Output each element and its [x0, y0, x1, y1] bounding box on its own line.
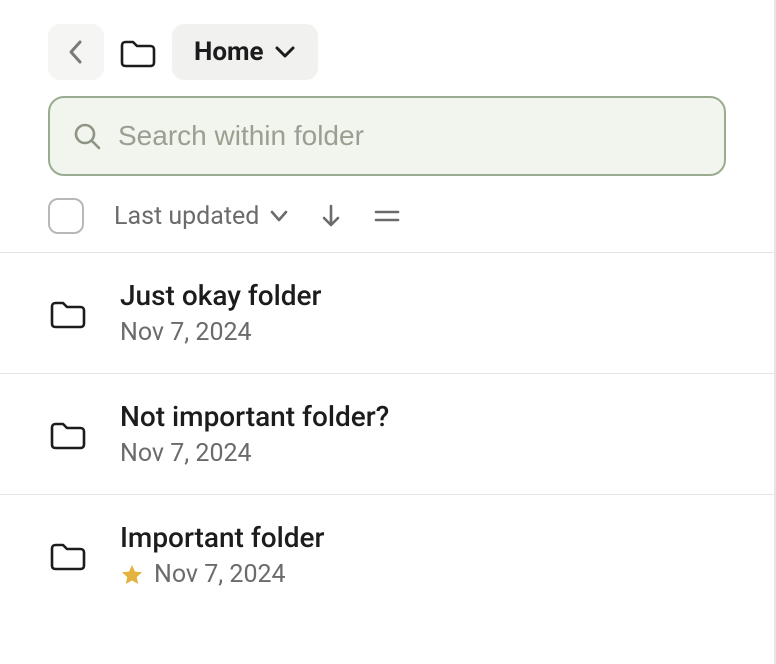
list-item[interactable]: Important folder Nov 7, 2024 — [0, 494, 774, 615]
list-item-date: Nov 7, 2024 — [120, 318, 252, 347]
folder-list: Just okay folder Nov 7, 2024 Not importa… — [0, 252, 774, 615]
folder-icon — [48, 538, 88, 572]
search-box[interactable] — [48, 96, 726, 176]
sort-direction-button[interactable] — [319, 202, 343, 230]
list-item[interactable]: Just okay folder Nov 7, 2024 — [0, 252, 774, 373]
list-item-name: Not important folder? — [120, 400, 389, 433]
view-options-button[interactable] — [373, 207, 401, 225]
list-item[interactable]: Not important folder? Nov 7, 2024 — [0, 373, 774, 494]
list-item-date: Nov 7, 2024 — [120, 439, 252, 468]
list-item-name: Important folder — [120, 521, 324, 554]
chevron-down-icon — [274, 45, 296, 59]
search-wrap — [0, 96, 774, 194]
breadcrumb-bar: Home — [0, 0, 774, 96]
breadcrumb-label: Home — [194, 37, 264, 67]
star-icon — [120, 563, 144, 587]
chevron-down-icon — [269, 210, 289, 222]
back-button[interactable] — [48, 24, 104, 80]
list-item-name: Just okay folder — [120, 279, 321, 312]
list-item-date: Nov 7, 2024 — [154, 560, 286, 589]
sort-button[interactable]: Last updated — [114, 202, 289, 231]
folder-icon — [48, 296, 88, 330]
breadcrumb-home-button[interactable]: Home — [172, 24, 318, 80]
search-input[interactable] — [118, 120, 702, 152]
folder-icon — [48, 417, 88, 451]
select-all-checkbox[interactable] — [48, 198, 84, 234]
search-icon — [72, 121, 102, 151]
list-item-text: Just okay folder Nov 7, 2024 — [120, 279, 321, 347]
sort-label-text: Last updated — [114, 202, 259, 231]
list-item-text: Important folder Nov 7, 2024 — [120, 521, 324, 589]
list-item-text: Not important folder? Nov 7, 2024 — [120, 400, 389, 468]
folder-icon — [118, 35, 158, 69]
list-toolbar: Last updated — [0, 194, 774, 252]
chevron-left-icon — [66, 38, 86, 66]
